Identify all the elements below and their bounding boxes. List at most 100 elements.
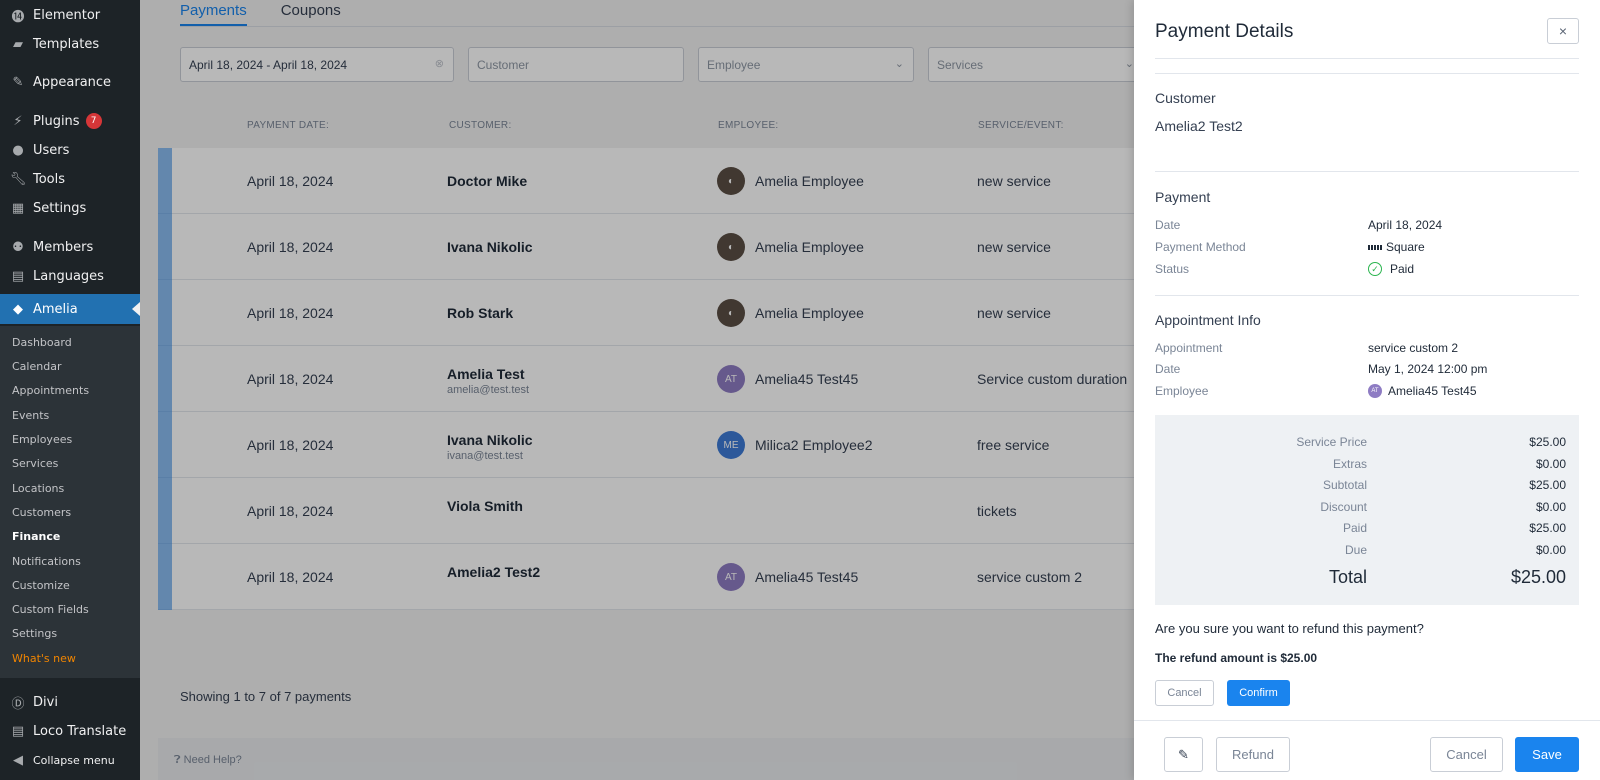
refund-confirm-button[interactable]: Confirm	[1227, 680, 1290, 706]
appointment-value: service custom 2	[1368, 341, 1459, 355]
menu-item-users[interactable]: ● Users	[0, 135, 140, 165]
menu-item-settings[interactable]: ▦ Settings	[0, 193, 140, 223]
submenu-whats-new[interactable]: What's new	[12, 652, 76, 665]
menu-label: Templates	[33, 36, 100, 52]
submenu-services[interactable]: Services	[12, 457, 58, 470]
check-circle-icon: ✓	[1368, 262, 1382, 276]
refund-confirmation: Are you sure you want to refund this pay…	[1134, 605, 1600, 721]
modal-overlay[interactable]	[140, 0, 1134, 780]
divider	[1155, 73, 1579, 74]
amelia-submenu: Dashboard Calendar Appointments Events E…	[0, 326, 140, 678]
menu-label: Divi	[33, 694, 58, 710]
cancel-button[interactable]: Cancel	[1430, 737, 1503, 772]
submenu-events[interactable]: Events	[12, 409, 49, 422]
total-line-label: Paid	[1342, 521, 1367, 535]
total-line-value: $25.00	[1529, 521, 1566, 535]
amelia-icon: ◆	[13, 301, 23, 317]
submenu-custom-fields[interactable]: Custom Fields	[12, 603, 89, 616]
submenu-finance[interactable]: Finance	[12, 530, 60, 543]
menu-item-members[interactable]: ⚉ Members	[0, 232, 140, 262]
menu-label: Elementor	[33, 7, 101, 23]
payment-method-value: Square	[1386, 240, 1425, 254]
divider	[1155, 58, 1579, 59]
appointment-label: Appointment	[1155, 341, 1223, 355]
total-line-label: Subtotal	[1322, 478, 1367, 492]
status-value: Paid	[1390, 262, 1415, 276]
brush-icon: ✎	[12, 74, 24, 90]
submenu-calendar[interactable]: Calendar	[12, 360, 61, 373]
refund-question: Are you sure you want to refund this pay…	[1155, 621, 1424, 636]
employee-value: Amelia45 Test45	[1388, 384, 1477, 398]
divider	[1155, 171, 1579, 172]
submenu-settings[interactable]: Settings	[12, 627, 57, 640]
payment-method-label: Payment Method	[1155, 240, 1246, 254]
grand-total-label: Total	[1328, 567, 1367, 587]
menu-item-languages[interactable]: ▤ Languages	[0, 261, 140, 291]
grand-total-value: $25.00	[1510, 567, 1566, 587]
translate-icon: ▤	[11, 268, 25, 284]
refund-cancel-button[interactable]: Cancel	[1155, 680, 1214, 706]
customer-name: Amelia2 Test2	[1155, 118, 1243, 134]
payment-totals: Service Price $25.00 Extras $0.00 Subtot…	[1155, 415, 1579, 605]
close-button[interactable]: ×	[1547, 18, 1579, 44]
refund-button[interactable]: Refund	[1216, 737, 1290, 772]
employee-label: Employee	[1155, 384, 1209, 398]
edit-button[interactable]: ✎	[1164, 737, 1203, 772]
menu-label: Collapse menu	[33, 753, 115, 767]
pencil-icon: ✎	[1178, 746, 1189, 762]
total-line-value: $0.00	[1535, 543, 1566, 557]
divider	[1155, 295, 1579, 296]
menu-label: Loco Translate	[33, 723, 127, 739]
total-line-label: Discount	[1320, 500, 1367, 514]
menu-item-tools[interactable]: 🔧︎ Tools	[0, 164, 140, 194]
menu-item-elementor[interactable]: ⓮ Elementor	[0, 0, 140, 30]
submenu-customers[interactable]: Customers	[12, 506, 71, 519]
wrench-icon: 🔧︎	[9, 171, 27, 187]
menu-label: Settings	[33, 200, 87, 216]
appointment-section-title: Appointment Info	[1155, 312, 1261, 328]
menu-label: Plugins	[33, 113, 80, 129]
menu-label: Languages	[33, 268, 104, 284]
plugins-update-badge: 7	[85, 113, 102, 129]
submenu-dashboard[interactable]: Dashboard	[12, 336, 72, 349]
payment-section-title: Payment	[1155, 189, 1211, 205]
collapse-menu-button[interactable]: ◀ Collapse menu	[0, 745, 140, 775]
menu-item-templates[interactable]: ▰ Templates	[0, 29, 140, 59]
menu-label: Members	[33, 239, 94, 255]
menu-label: Appearance	[33, 74, 112, 90]
menu-item-appearance[interactable]: ✎ Appearance	[0, 67, 140, 97]
members-icon: ⚉	[12, 239, 24, 255]
status-label: Status	[1155, 262, 1190, 276]
divi-icon: Ⓓ	[11, 696, 25, 712]
wp-admin-sidebar: ⓮ Elementor ▰ Templates ✎ Appearance ⚡ Plugi…	[0, 0, 140, 780]
total-line-label: Extras	[1332, 457, 1367, 471]
refund-amount: The refund amount is $25.00	[1155, 651, 1318, 665]
status: ✓ Paid	[1368, 262, 1414, 276]
payment-date-label: Date	[1155, 218, 1181, 232]
save-button[interactable]: Save	[1515, 737, 1579, 772]
total-line-value: $0.00	[1535, 457, 1566, 471]
appointment-date-label: Date	[1155, 362, 1181, 376]
user-icon: ●	[12, 142, 24, 158]
total-line-label: Due	[1344, 543, 1367, 557]
plug-icon: ⚡	[13, 113, 23, 129]
total-line-value: $25.00	[1529, 435, 1566, 449]
translate-icon: ▤	[11, 723, 25, 739]
employee-avatar: AT	[1368, 384, 1382, 398]
elementor-icon: ⓮	[11, 9, 25, 25]
menu-label: Amelia	[33, 301, 78, 317]
menu-item-plugins[interactable]: ⚡ Plugins 7	[0, 106, 140, 136]
submenu-locations[interactable]: Locations	[12, 482, 64, 495]
submenu-employees[interactable]: Employees	[12, 433, 72, 446]
customer-section-title: Customer	[1155, 90, 1216, 106]
collapse-icon: ◀	[13, 752, 23, 768]
menu-item-amelia[interactable]: ◆ Amelia	[0, 294, 140, 324]
menu-item-loco-translate[interactable]: ▤ Loco Translate	[0, 716, 140, 746]
menu-item-divi[interactable]: Ⓓ Divi	[0, 687, 140, 717]
submenu-customize[interactable]: Customize	[12, 579, 70, 592]
submenu-notifications[interactable]: Notifications	[12, 555, 81, 568]
appointment-date-value: May 1, 2024 12:00 pm	[1368, 362, 1488, 376]
submenu-appointments[interactable]: Appointments	[12, 384, 89, 397]
square-logo-icon	[1368, 244, 1382, 250]
payment-method: Square	[1368, 240, 1425, 254]
